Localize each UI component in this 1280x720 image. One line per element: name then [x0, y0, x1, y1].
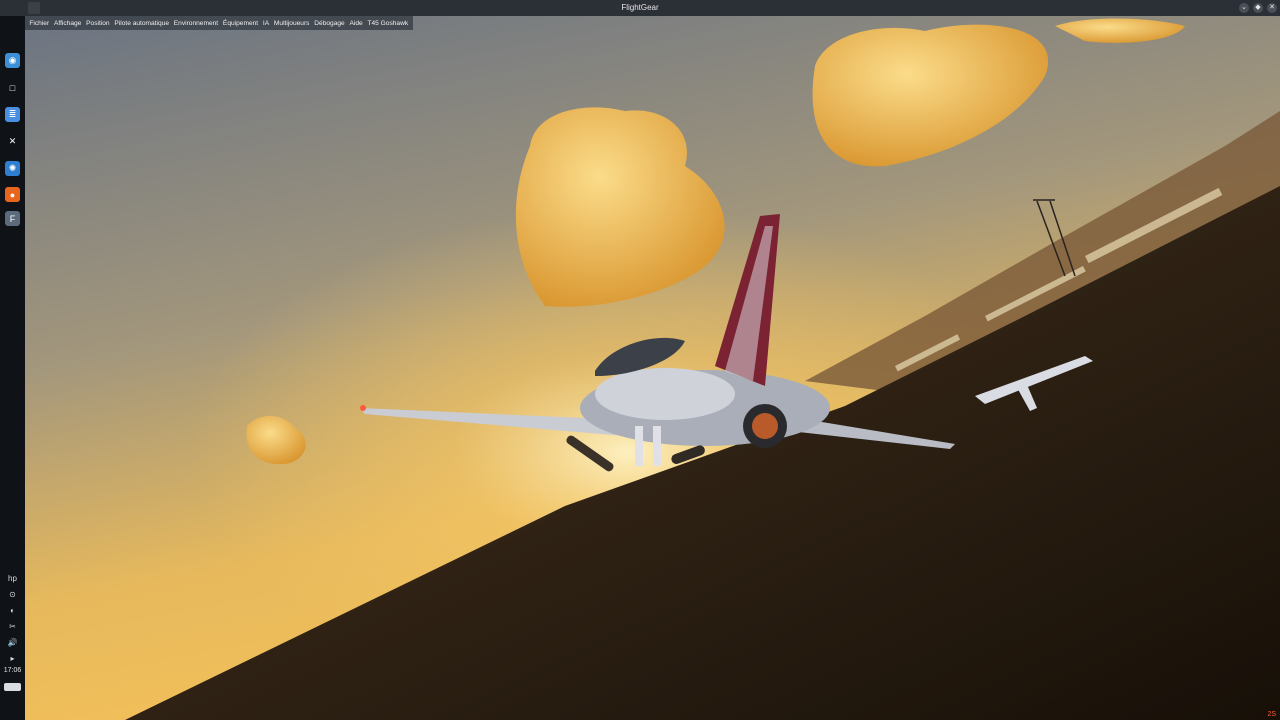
menu-item[interactable]: Multijoueurs	[272, 20, 312, 27]
window-title: FlightGear	[621, 3, 659, 12]
menu-item[interactable]: Environnement	[171, 20, 220, 27]
close-button[interactable]: ✕	[1267, 3, 1277, 13]
minimize-button[interactable]: ⌄	[1239, 3, 1249, 13]
menu-item[interactable]: IA	[261, 20, 272, 27]
menu-item[interactable]: Équipement	[221, 20, 261, 27]
settings-gear-icon[interactable]: ✺	[5, 161, 20, 176]
menu-item[interactable]: Débogage	[312, 20, 347, 27]
menu-item[interactable]: Fichier	[27, 20, 52, 27]
window-titlebar: FlightGear ⌄ ◆ ✕	[0, 0, 1280, 16]
clock: 17:06	[3, 667, 22, 674]
corner-status-readout: 2S	[1267, 711, 1276, 718]
tools-icon[interactable]: ✕	[5, 134, 20, 149]
menu-item[interactable]: Pilote automatique	[112, 20, 171, 27]
chat-icon[interactable]: ◐	[7, 605, 18, 616]
flightgear-menubar: Fichier Affichage Position Pilote automatiq…	[25, 16, 413, 30]
notification-icon[interactable]	[4, 683, 21, 691]
app-launcher-icon[interactable]: ◉	[5, 53, 20, 68]
scene-render	[25, 16, 1280, 720]
simulator-viewport[interactable]	[25, 16, 1280, 720]
network-icon[interactable]: ⊙	[7, 589, 18, 600]
maximize-button[interactable]: ◆	[1253, 3, 1263, 13]
scissors-icon[interactable]: ✂	[7, 621, 18, 632]
flightgear-icon[interactable]: F	[5, 211, 20, 226]
text-editor-icon[interactable]: ≣	[5, 107, 20, 122]
left-dock: ◉ □ ≣ ✕ ✺ ● F hp ⊙ ◐ ✂ 🔊 ▸ 17:06	[0, 16, 25, 720]
desktop-icon[interactable]: □	[5, 80, 20, 95]
menu-item[interactable]: Position	[84, 20, 112, 27]
firefox-icon[interactable]: ●	[5, 187, 20, 202]
menu-item[interactable]: Affichage	[52, 20, 84, 27]
expand-arrow-icon[interactable]: ▸	[7, 653, 18, 664]
volume-icon[interactable]: 🔊	[7, 637, 18, 648]
hp-icon[interactable]: hp	[7, 573, 18, 584]
menu-item[interactable]: Aide	[347, 20, 365, 27]
menu-item[interactable]: T45 Goshawk	[365, 20, 410, 27]
